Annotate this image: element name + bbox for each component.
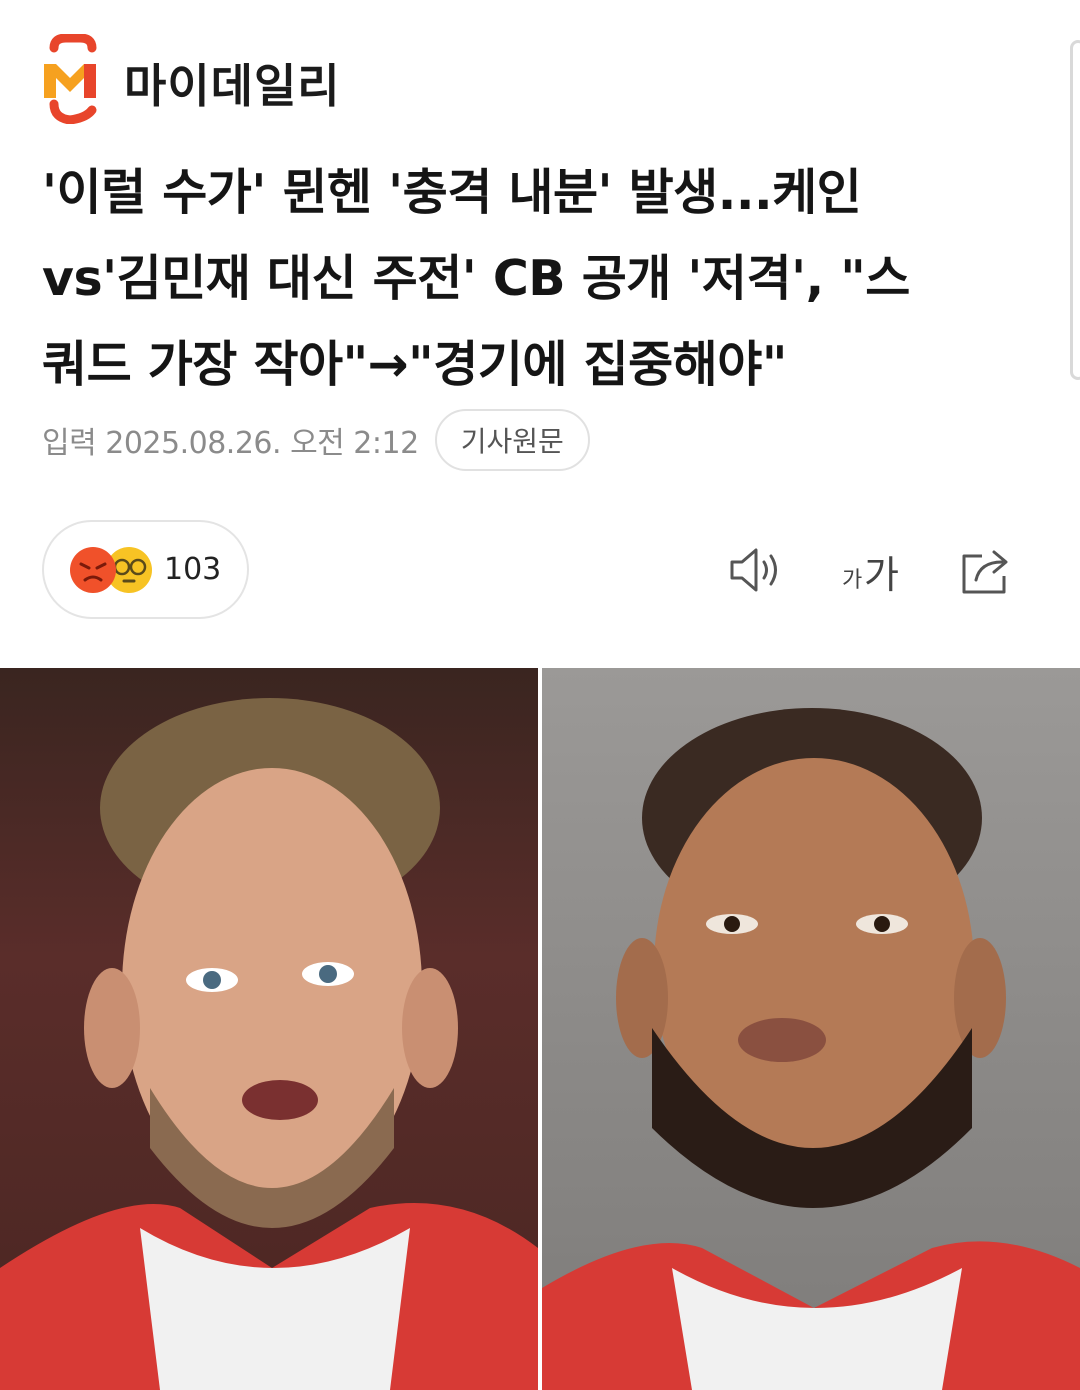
angry-face-icon: [70, 546, 116, 593]
font-size-small-label: 가: [842, 568, 863, 593]
player-right-photo: [542, 668, 1080, 1390]
font-size-button[interactable]: 가 가: [838, 540, 899, 600]
article-page: 마이데일리 '이럴 수가' 뮌헨 '충격 내분' 발생...케인 vs'김민재 …: [0, 0, 1080, 1390]
mydaily-logo-icon[interactable]: [40, 33, 112, 125]
font-size-large-label: 가: [864, 553, 899, 597]
scrollbar[interactable]: [1070, 40, 1080, 380]
player-left-photo: [0, 668, 538, 1390]
publish-date: 입력 2025.08.26. 오전 2:12: [42, 426, 419, 461]
headline-line: 쿼드 가장 작아"→"경기에 집중해야": [42, 336, 787, 393]
speaker-icon[interactable]: [726, 540, 786, 600]
reaction-count: 103: [164, 552, 222, 587]
headline-line: vs'김민재 대신 주전' CB 공개 '저격', "스: [42, 250, 910, 307]
article-meta: 입력 2025.08.26. 오전 2:12 기사원문: [42, 408, 590, 472]
reaction-button[interactable]: 103: [42, 520, 249, 619]
article-headline: '이럴 수가' 뮌헨 '충격 내분' 발생...케인 vs'김민재 대신 주전'…: [42, 150, 1032, 408]
brand-name[interactable]: 마이데일리: [124, 50, 341, 116]
article-photo: [0, 668, 1080, 1390]
original-article-button[interactable]: 기사원문: [434, 409, 590, 471]
header: 마이데일리: [0, 0, 1080, 380]
share-icon[interactable]: [956, 540, 1016, 600]
headline-line: '이럴 수가' 뮌헨 '충격 내분' 발생...케인: [42, 164, 862, 221]
